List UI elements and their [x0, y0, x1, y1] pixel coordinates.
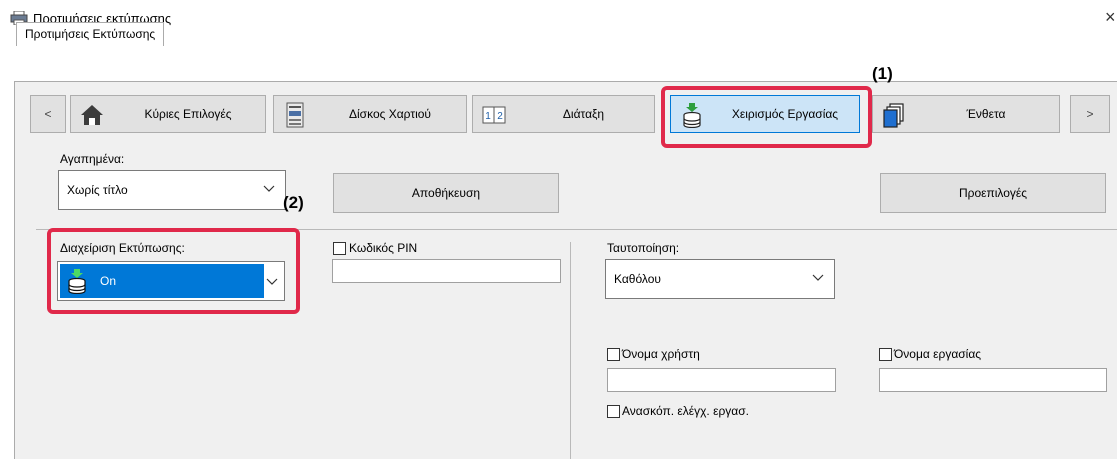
- defaults-button[interactable]: Προεπιλογές: [880, 173, 1106, 213]
- authentication-dropdown[interactable]: Καθόλου: [605, 259, 835, 299]
- column-divider: [570, 242, 571, 459]
- category-paper-tray-button[interactable]: Δίσκος Χαρτιού: [273, 95, 467, 133]
- layout-icon: 1 2: [482, 106, 506, 124]
- callout-highlight-1: [661, 86, 872, 148]
- inserts-icon: [883, 103, 904, 128]
- category-label: Κύριες Επιλογές: [144, 107, 232, 121]
- chevron-down-icon: [812, 274, 824, 281]
- username-label: Όνομα χρήστη: [622, 347, 700, 361]
- svg-text:2: 2: [497, 111, 503, 122]
- pin-field[interactable]: [332, 259, 561, 283]
- username-field[interactable]: [607, 368, 836, 392]
- home-icon: [81, 105, 103, 125]
- favorites-value: Χωρίς τίτλο: [67, 183, 128, 197]
- svg-text:1: 1: [485, 111, 491, 122]
- close-icon[interactable]: ×: [1105, 4, 1117, 30]
- chevron-down-icon: [263, 185, 275, 192]
- pin-label: Κωδικός PIN: [349, 241, 418, 255]
- scroll-left-button[interactable]: <: [30, 95, 66, 133]
- favorites-label: Αγαπημένα:: [60, 152, 125, 166]
- save-button[interactable]: Αποθήκευση: [333, 173, 559, 213]
- favorites-dropdown[interactable]: Χωρίς τίτλο: [58, 170, 286, 210]
- jobname-field[interactable]: [879, 368, 1107, 392]
- scroll-right-button[interactable]: >: [1070, 95, 1110, 133]
- category-inserts-button[interactable]: Ένθετα: [872, 95, 1060, 133]
- paper-tray-icon: [286, 102, 304, 128]
- authentication-value: Καθόλου: [614, 272, 661, 286]
- category-label: Ένθετα: [966, 107, 1006, 121]
- title-bar: Προτιμήσεις εκτύπωσης ×: [0, 0, 1117, 36]
- category-label: Δίσκος Χαρτιού: [349, 107, 431, 121]
- username-checkbox[interactable]: [607, 348, 620, 361]
- authentication-label: Ταυτοποίηση:: [607, 241, 680, 255]
- jobname-checkbox[interactable]: [879, 348, 892, 361]
- jobname-label: Όνομα εργασίας: [894, 347, 982, 361]
- callout-highlight-2: [47, 228, 300, 314]
- pin-checkbox[interactable]: [333, 242, 346, 255]
- callout-label-2: (2): [283, 193, 304, 212]
- tab-printing-preferences[interactable]: Προτιμήσεις Εκτύπωσης: [16, 22, 165, 46]
- category-label: Διάταξη: [562, 107, 605, 121]
- job-preview-label: Ανασκόπ. ελέγχ. εργασ.: [622, 404, 749, 418]
- category-main-options-button[interactable]: Κύριες Επιλογές: [70, 95, 266, 133]
- category-layout-button[interactable]: 1 2 Διάταξη: [472, 95, 655, 133]
- job-preview-checkbox[interactable]: [607, 405, 620, 418]
- callout-label-1: (1): [872, 64, 893, 83]
